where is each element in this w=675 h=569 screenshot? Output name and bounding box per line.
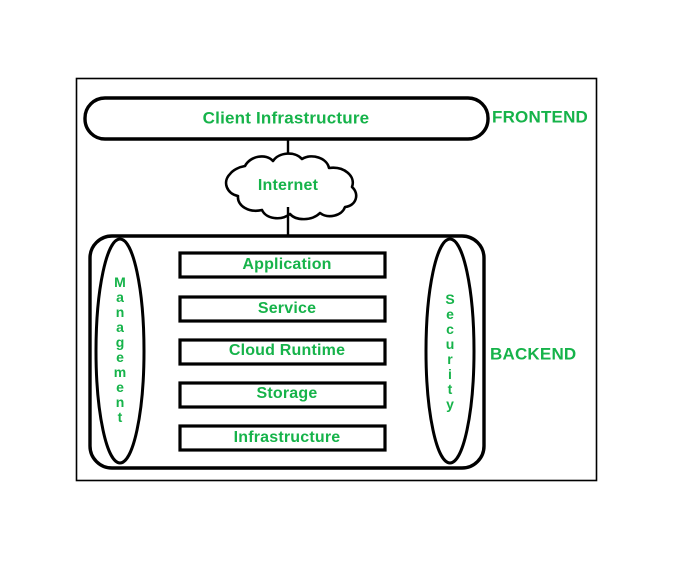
layer-label-service: Service: [257, 300, 317, 317]
layer-label-storage: Storage: [256, 385, 318, 402]
internet-label: Internet: [257, 177, 319, 194]
layer-label-application: Application: [242, 256, 332, 273]
layer-label-cloud-runtime: Cloud Runtime: [228, 342, 346, 359]
layer-label-infrastructure: Infrastructure: [233, 429, 341, 446]
management-pillar-label: Management: [113, 274, 127, 425]
frontend-section-label: FRONTEND: [492, 107, 589, 127]
security-pillar-label: Security: [445, 291, 455, 412]
client-infrastructure-label: Client Infrastructure: [202, 108, 370, 128]
diagram-shapes-layer: [75, 77, 598, 482]
cloud-architecture-diagram: Client Infrastructure Internet FRONTEND …: [0, 0, 675, 569]
backend-section-label: BACKEND: [490, 344, 577, 364]
